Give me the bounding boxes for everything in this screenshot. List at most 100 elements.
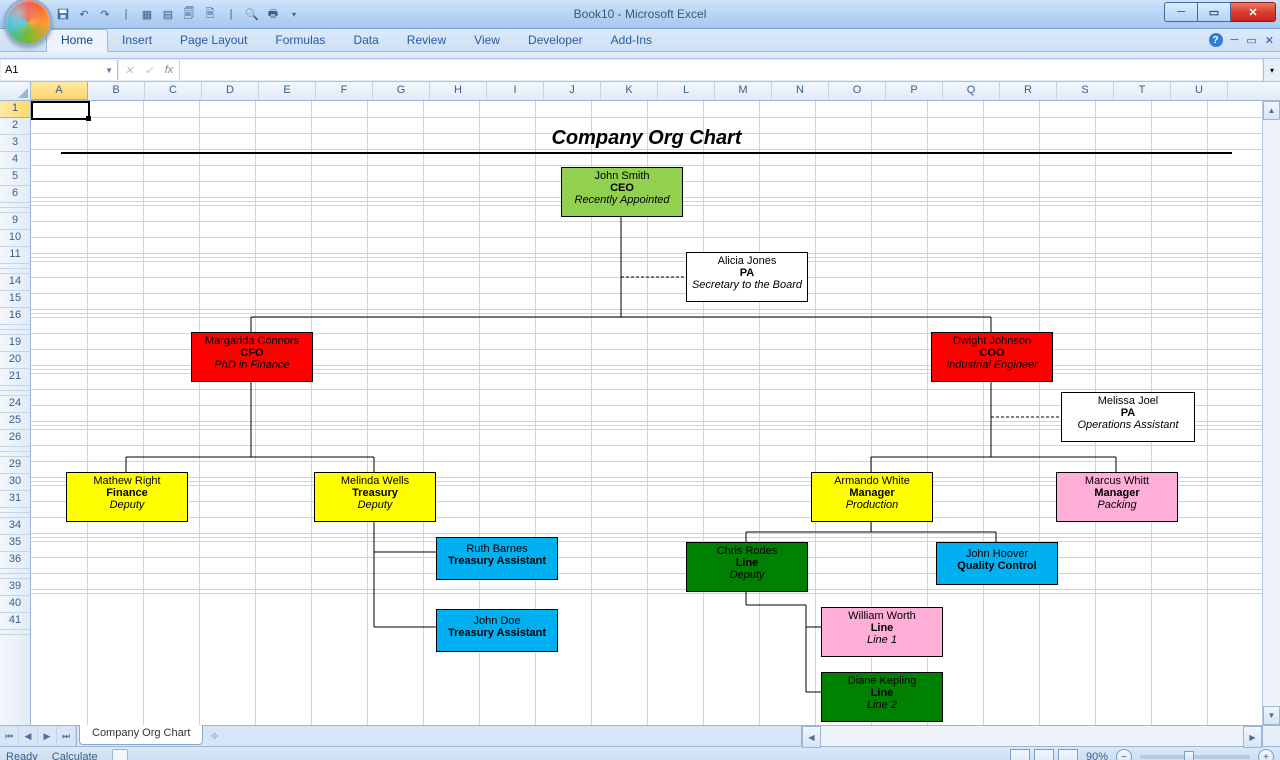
row-header-42[interactable] — [0, 630, 30, 635]
row-header-41[interactable]: 41 — [0, 613, 30, 630]
row-header-3[interactable]: 3 — [0, 135, 30, 152]
insert-function-icon[interactable]: fx — [159, 60, 179, 80]
name-box[interactable]: A1 ▼ — [1, 60, 118, 80]
col-header-I[interactable]: I — [487, 82, 544, 100]
scroll-down-icon[interactable]: ▼ — [1263, 706, 1280, 725]
col-header-N[interactable]: N — [772, 82, 829, 100]
qat-icon-2[interactable]: ▤ — [159, 5, 177, 23]
row-header-40[interactable]: 40 — [0, 596, 30, 613]
name-box-dropdown-icon[interactable]: ▼ — [105, 66, 113, 75]
scroll-up-icon[interactable]: ▲ — [1263, 101, 1280, 120]
macro-record-icon[interactable] — [112, 749, 128, 760]
col-header-M[interactable]: M — [715, 82, 772, 100]
ribbon-tab-review[interactable]: Review — [393, 30, 460, 51]
col-header-A[interactable]: A — [31, 82, 88, 100]
ribbon-tab-home[interactable]: Home — [46, 29, 108, 52]
mdi-close-icon[interactable]: ✕ — [1265, 34, 1274, 47]
next-sheet-icon[interactable]: ▶ — [38, 726, 57, 746]
col-header-E[interactable]: E — [259, 82, 316, 100]
vertical-scroll-track[interactable] — [1263, 120, 1280, 706]
row-header-19[interactable]: 19 — [0, 335, 30, 352]
horizontal-scroll-track[interactable] — [821, 726, 1243, 746]
vertical-scrollbar[interactable]: ▲ ▼ — [1262, 101, 1280, 725]
view-pagelayout-icon[interactable] — [1034, 749, 1054, 760]
row-header-34[interactable]: 34 — [0, 518, 30, 535]
last-sheet-icon[interactable]: ⏭ — [57, 726, 76, 746]
ribbon-tab-insert[interactable]: Insert — [108, 30, 166, 51]
qat-icon-4[interactable]: 🗎 — [201, 5, 219, 23]
row-header-24[interactable]: 24 — [0, 396, 30, 413]
col-header-O[interactable]: O — [829, 82, 886, 100]
row-header-26[interactable]: 26 — [0, 430, 30, 447]
redo-icon[interactable]: ↷ — [96, 5, 114, 23]
row-header-2[interactable]: 2 — [0, 118, 30, 135]
row-header-31[interactable]: 31 — [0, 491, 30, 508]
prev-sheet-icon[interactable]: ◀ — [19, 726, 38, 746]
col-header-L[interactable]: L — [658, 82, 715, 100]
row-header-29[interactable]: 29 — [0, 457, 30, 474]
col-header-P[interactable]: P — [886, 82, 943, 100]
row-header-1[interactable]: 1 — [0, 101, 30, 118]
office-button[interactable] — [4, 0, 52, 46]
ribbon-tab-developer[interactable]: Developer — [514, 30, 597, 51]
ribbon-tab-pagelayout[interactable]: Page Layout — [166, 30, 261, 51]
row-header-36[interactable]: 36 — [0, 552, 30, 569]
row-header-14[interactable]: 14 — [0, 274, 30, 291]
maximize-button[interactable]: ▭ — [1198, 2, 1231, 22]
ribbon-tab-formulas[interactable]: Formulas — [261, 30, 339, 51]
cell-grid[interactable]: Company Org Chart — [31, 101, 1262, 725]
col-header-C[interactable]: C — [145, 82, 202, 100]
row-header-16[interactable]: 16 — [0, 308, 30, 325]
col-header-G[interactable]: G — [373, 82, 430, 100]
ribbon-tab-view[interactable]: View — [460, 30, 514, 51]
undo-icon[interactable]: ↶ — [75, 5, 93, 23]
select-all-corner[interactable] — [0, 82, 31, 100]
row-header-25[interactable]: 25 — [0, 413, 30, 430]
row-header-5[interactable]: 5 — [0, 169, 30, 186]
zoom-out-icon[interactable]: − — [1116, 749, 1132, 760]
zoom-in-icon[interactable]: + — [1258, 749, 1274, 760]
col-header-D[interactable]: D — [202, 82, 259, 100]
expand-formula-bar-icon[interactable]: ▾ — [1263, 59, 1280, 81]
col-header-R[interactable]: R — [1000, 82, 1057, 100]
col-header-B[interactable]: B — [88, 82, 145, 100]
row-header-35[interactable]: 35 — [0, 535, 30, 552]
active-cell-a1[interactable] — [31, 101, 90, 120]
col-header-U[interactable]: U — [1171, 82, 1228, 100]
zoom-percent[interactable]: 90% — [1086, 751, 1108, 760]
col-header-H[interactable]: H — [430, 82, 487, 100]
row-header-6[interactable]: 6 — [0, 186, 30, 203]
col-header-F[interactable]: F — [316, 82, 373, 100]
horizontal-scrollbar[interactable]: ◀ ▶ — [801, 726, 1262, 746]
save-icon[interactable] — [54, 5, 72, 23]
row-header-10[interactable]: 10 — [0, 230, 30, 247]
row-header-11[interactable]: 11 — [0, 247, 30, 264]
col-header-Q[interactable]: Q — [943, 82, 1000, 100]
row-header-15[interactable]: 15 — [0, 291, 30, 308]
mdi-minimize-icon[interactable]: ─ — [1231, 34, 1239, 46]
qat-icon-3[interactable]: 🗐 — [180, 5, 198, 23]
scroll-right-icon[interactable]: ▶ — [1243, 726, 1262, 748]
row-header-4[interactable]: 4 — [0, 152, 30, 169]
print-icon[interactable]: 🖶 — [264, 5, 282, 23]
row-header-30[interactable]: 30 — [0, 474, 30, 491]
qat-icon-1[interactable]: ▦ — [138, 5, 156, 23]
view-pagebreak-icon[interactable] — [1058, 749, 1078, 760]
ribbon-tab-addins[interactable]: Add-Ins — [597, 30, 666, 51]
col-header-K[interactable]: K — [601, 82, 658, 100]
row-header-21[interactable]: 21 — [0, 369, 30, 386]
mdi-restore-icon[interactable]: ▭ — [1246, 34, 1256, 47]
col-header-S[interactable]: S — [1057, 82, 1114, 100]
col-header-J[interactable]: J — [544, 82, 601, 100]
row-header-39[interactable]: 39 — [0, 579, 30, 596]
ribbon-tab-data[interactable]: Data — [339, 30, 392, 51]
col-header-T[interactable]: T — [1114, 82, 1171, 100]
sheet-tab-active[interactable]: Company Org Chart — [79, 725, 203, 745]
insert-sheet-icon[interactable]: ✧ — [203, 726, 225, 746]
enter-formula-icon[interactable]: ✓ — [139, 60, 159, 80]
minimize-button[interactable]: ─ — [1164, 2, 1198, 22]
cancel-formula-icon[interactable]: ✕ — [119, 60, 139, 80]
help-icon[interactable]: ? — [1209, 33, 1223, 47]
qat-dropdown-icon[interactable]: ▾ — [285, 5, 303, 23]
row-header-9[interactable]: 9 — [0, 213, 30, 230]
